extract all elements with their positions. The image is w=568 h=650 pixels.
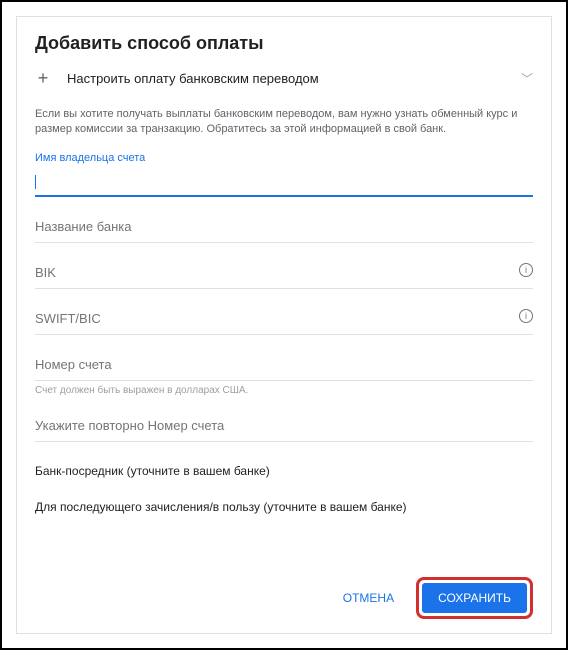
repeat-account-input[interactable]: Укажите повторно Номер счета <box>35 414 533 442</box>
field-account-owner: Имя владельца счета <box>35 152 533 198</box>
save-button[interactable]: СОХРАНИТЬ <box>422 583 527 613</box>
account-input[interactable]: Номер счета <box>35 353 533 381</box>
owner-input[interactable] <box>35 170 533 198</box>
plus-icon: + <box>35 68 51 89</box>
field-swift: SWIFT/BIC i <box>35 307 533 335</box>
chevron-down-icon: ﹀ <box>521 70 533 87</box>
page-title: Добавить способ оплаты <box>35 33 533 54</box>
swift-input[interactable]: SWIFT/BIC <box>35 307 533 335</box>
field-bik: BIK i <box>35 261 533 289</box>
dialog-footer: ОТМЕНА СОХРАНИТЬ <box>331 577 533 619</box>
account-hint: Счет должен быть выражен в долларах США. <box>35 385 533 396</box>
bank-name-input[interactable]: Название банка <box>35 215 533 243</box>
beneficiary-section: Для последующего зачисления/в пользу (ут… <box>35 500 533 514</box>
configure-label: Настроить оплату банковским переводом <box>67 71 505 86</box>
notice-text: Если вы хотите получать выплаты банковск… <box>35 107 533 138</box>
field-repeat-account: Укажите повторно Номер счета <box>35 414 533 442</box>
add-payment-method-card: Добавить способ оплаты + Настроить оплат… <box>16 16 552 634</box>
bik-input[interactable]: BIK <box>35 261 533 289</box>
configure-wire-transfer[interactable]: + Настроить оплату банковским переводом … <box>35 68 533 89</box>
field-account-number: Номер счета Счет должен быть выражен в д… <box>35 353 533 396</box>
intermediary-bank-section: Банк-посредник (уточните в вашем банке) <box>35 464 533 478</box>
save-button-highlight: СОХРАНИТЬ <box>416 577 533 619</box>
field-bank-name: Название банка <box>35 215 533 243</box>
cancel-button[interactable]: ОТМЕНА <box>331 583 406 613</box>
owner-label: Имя владельца счета <box>35 152 533 164</box>
